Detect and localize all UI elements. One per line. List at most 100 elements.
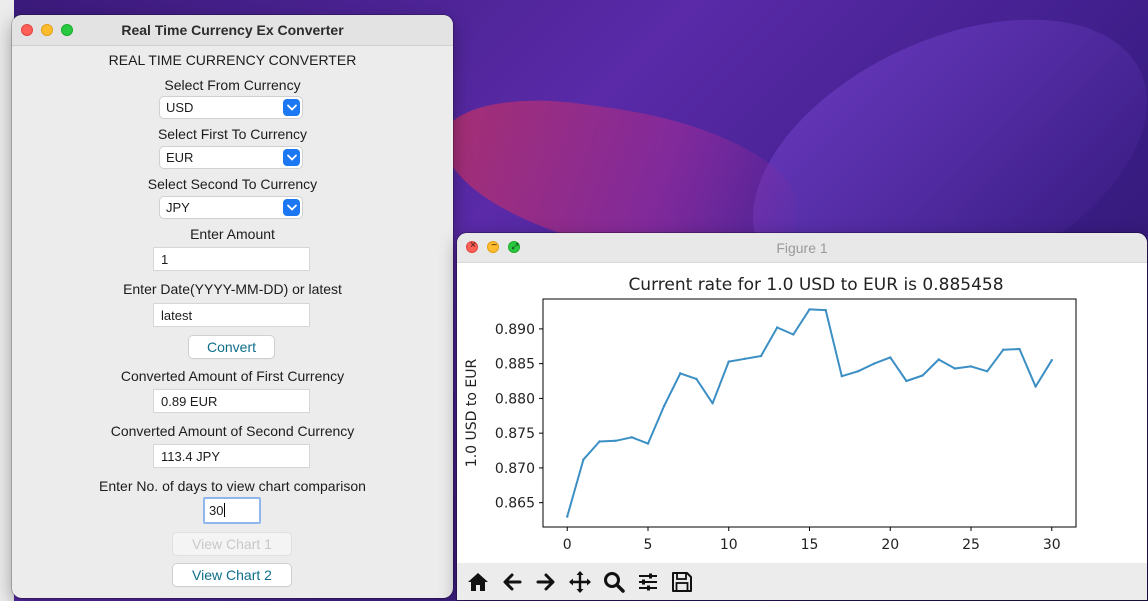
view-chart-1-button[interactable]: View Chart 1 bbox=[173, 533, 291, 555]
y-axis-label: 1.0 USD to EUR bbox=[464, 359, 480, 468]
data-point bbox=[582, 458, 585, 461]
second-result-field[interactable]: 113.4 JPY bbox=[153, 444, 310, 468]
back-button[interactable] bbox=[495, 567, 529, 597]
data-point bbox=[872, 362, 876, 365]
data-point bbox=[856, 370, 860, 373]
pan-button[interactable] bbox=[563, 567, 597, 597]
first-to-currency-label: Select First To Currency bbox=[157, 126, 308, 142]
text-caret bbox=[224, 503, 226, 517]
data-point bbox=[727, 360, 730, 363]
amount-label: Enter Amount bbox=[190, 226, 275, 242]
subplots-config-icon bbox=[639, 573, 657, 590]
y-tick-label: 0.865 bbox=[495, 496, 535, 512]
from-currency-select[interactable]: USD bbox=[160, 97, 302, 118]
from-currency-value: USD bbox=[166, 100, 194, 115]
data-point bbox=[905, 379, 908, 383]
from-currency-label: Select From Currency bbox=[164, 77, 301, 93]
subplots-button[interactable] bbox=[631, 567, 665, 597]
pan-icon bbox=[569, 570, 591, 593]
data-point bbox=[985, 370, 989, 373]
y-tick-label: 0.870 bbox=[495, 461, 535, 477]
data-point bbox=[711, 402, 714, 405]
data-point bbox=[1034, 385, 1037, 388]
data-point bbox=[1050, 358, 1053, 362]
converter-window: Real Time Currency Ex Converter REAL TIM… bbox=[12, 15, 453, 598]
app-heading: REAL TIME CURRENCY CONVERTER bbox=[108, 52, 357, 68]
save-icon bbox=[672, 571, 692, 592]
second-to-currency-select[interactable]: JPY bbox=[160, 197, 302, 218]
line-chart: Current rate for 1.0 USD to EUR is 0.885… bbox=[464, 275, 1077, 553]
data-point bbox=[792, 333, 795, 336]
x-tick-label: 10 bbox=[720, 537, 738, 553]
save-button[interactable] bbox=[665, 567, 699, 597]
x-axis: 0 5 10 15 20 25 30 bbox=[563, 527, 1061, 553]
first-result-label: Converted Amount of First Currency bbox=[120, 368, 345, 384]
data-point bbox=[743, 357, 747, 360]
second-result-label: Converted Amount of Second Currency bbox=[110, 423, 355, 439]
x-tick-label: 5 bbox=[644, 537, 653, 553]
forward-arrow-icon bbox=[536, 573, 555, 590]
x-tick-label: 0 bbox=[563, 537, 572, 553]
data-point bbox=[598, 440, 601, 443]
days-input[interactable]: 30 bbox=[203, 497, 261, 524]
home-button[interactable] bbox=[461, 567, 495, 597]
y-tick-label: 0.880 bbox=[495, 391, 535, 407]
amount-input[interactable]: 1 bbox=[153, 247, 310, 271]
days-label: Enter No. of days to view chart comparis… bbox=[99, 478, 366, 494]
data-point bbox=[614, 439, 617, 443]
data-point bbox=[969, 365, 973, 368]
data-point bbox=[646, 442, 650, 445]
figure-titlebar[interactable]: × − ⤢ Figure 1 bbox=[457, 233, 1147, 263]
first-result-field[interactable]: 0.89 EUR bbox=[153, 389, 310, 413]
zoom-icon bbox=[604, 571, 625, 593]
data-point bbox=[630, 436, 634, 439]
figure-toolbar bbox=[457, 563, 1147, 600]
first-to-currency-select[interactable]: EUR bbox=[160, 147, 302, 168]
data-point bbox=[840, 374, 844, 378]
back-arrow-icon bbox=[503, 573, 522, 590]
view-chart-2-button[interactable]: View Chart 2 bbox=[173, 564, 291, 586]
data-point bbox=[921, 374, 924, 377]
y-tick-label: 0.885 bbox=[495, 357, 535, 373]
converter-titlebar[interactable]: Real Time Currency Ex Converter bbox=[12, 15, 453, 46]
forward-button[interactable] bbox=[529, 567, 563, 597]
series-line bbox=[566, 308, 1053, 517]
date-label: Enter Date(YYYY-MM-DD) or latest bbox=[123, 281, 342, 297]
y-tick-label: 0.890 bbox=[495, 322, 535, 338]
x-tick-label: 15 bbox=[801, 537, 819, 553]
x-tick-label: 25 bbox=[962, 537, 980, 553]
chevron-down-icon bbox=[283, 99, 300, 116]
figure-window: × − ⤢ Figure 1 Current rate for 1.0 USD … bbox=[457, 233, 1147, 600]
days-value: 30 bbox=[209, 503, 224, 518]
data-point bbox=[679, 372, 682, 375]
data-point bbox=[566, 515, 569, 518]
chart-title: Current rate for 1.0 USD to EUR is 0.885… bbox=[628, 275, 1003, 295]
data-point bbox=[775, 326, 779, 329]
y-axis: 0.865 0.870 0.875 0.880 0.885 0.890 bbox=[495, 322, 543, 512]
data-point bbox=[1018, 347, 1021, 351]
chevron-down-icon bbox=[283, 199, 300, 216]
data-point bbox=[953, 367, 957, 370]
figure-title: Figure 1 bbox=[776, 240, 828, 256]
data-points bbox=[566, 308, 1053, 518]
window-title: Real Time Currency Ex Converter bbox=[121, 22, 344, 38]
data-point bbox=[937, 358, 940, 361]
axes-frame bbox=[542, 298, 1077, 528]
first-to-currency-value: EUR bbox=[166, 150, 194, 165]
y-tick-label: 0.875 bbox=[495, 426, 535, 442]
convert-button[interactable]: Convert bbox=[189, 336, 274, 358]
second-to-currency-label: Select Second To Currency bbox=[147, 176, 318, 192]
home-icon bbox=[468, 572, 488, 591]
data-point bbox=[759, 354, 763, 358]
second-to-currency-value: JPY bbox=[166, 200, 190, 215]
zoom-rect-button[interactable] bbox=[597, 567, 631, 597]
data-point bbox=[824, 308, 827, 312]
data-point bbox=[1002, 348, 1005, 351]
chevron-down-icon bbox=[283, 149, 300, 166]
data-point bbox=[808, 308, 811, 311]
x-tick-label: 30 bbox=[1043, 537, 1061, 553]
plot-area[interactable]: Current rate for 1.0 USD to EUR is 0.885… bbox=[457, 263, 1147, 563]
data-point bbox=[662, 404, 666, 408]
date-input[interactable]: latest bbox=[153, 303, 310, 327]
data-point bbox=[889, 356, 892, 359]
